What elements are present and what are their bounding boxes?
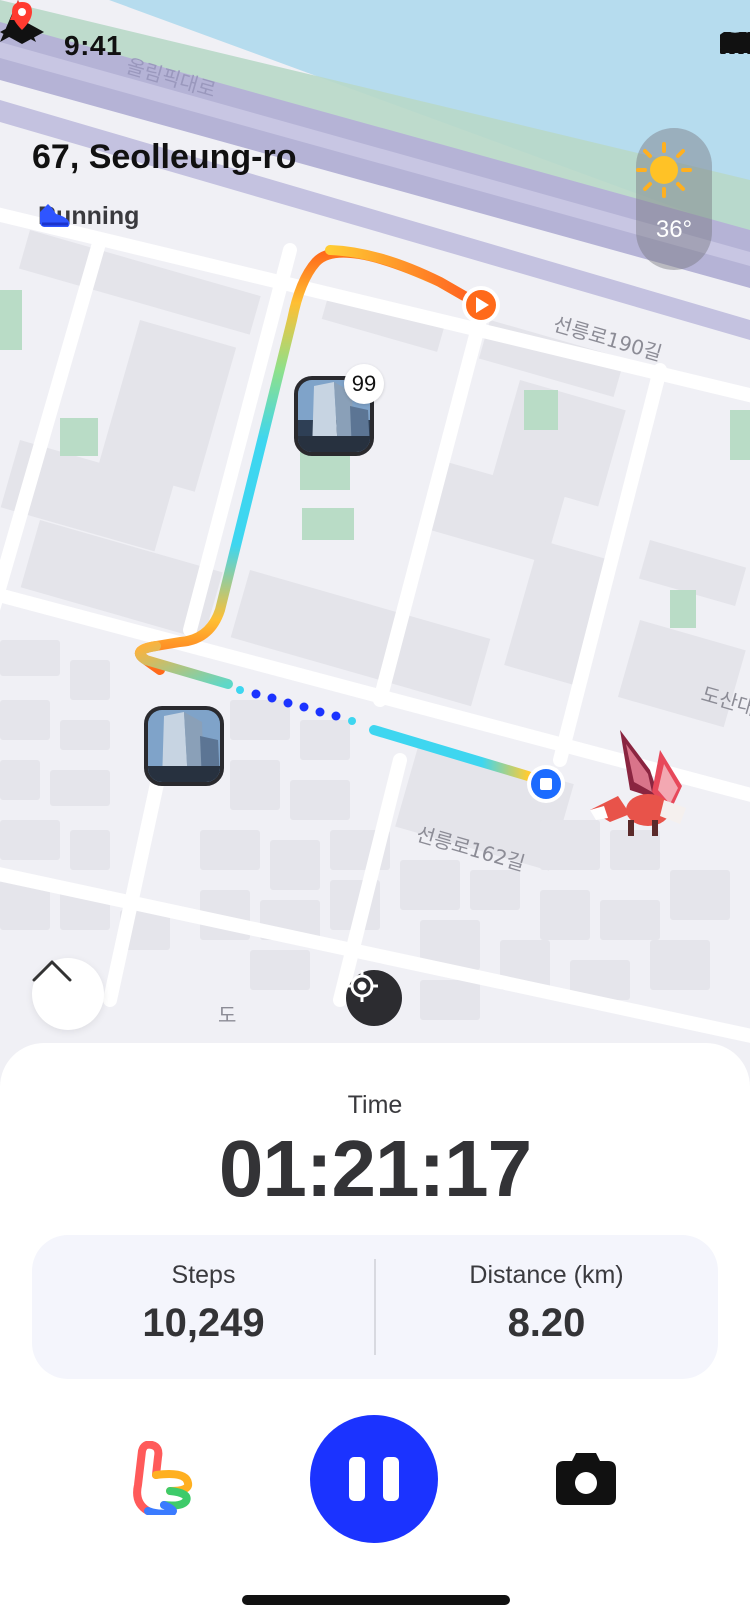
location-title: 67, Seolleung-ro: [32, 138, 297, 176]
fox-mascot-icon[interactable]: [590, 730, 686, 836]
pause-button[interactable]: [310, 1415, 438, 1543]
distance-label: Distance (km): [469, 1261, 624, 1289]
photo-count-badge: 99: [344, 364, 384, 404]
pause-icon: [349, 1457, 365, 1501]
battery-icon: [720, 33, 750, 53]
camera-icon[interactable]: [556, 1449, 616, 1505]
distance-value: 8.20: [507, 1301, 586, 1345]
home-indicator: [242, 1595, 510, 1605]
street-label-do: 도: [218, 1003, 236, 1027]
weather-widget[interactable]: 36°: [636, 128, 712, 270]
route-end-marker[interactable]: [527, 765, 565, 803]
workout-panel: Time 01:21:17 Steps 10,249 Distance (km)…: [0, 1043, 750, 1624]
steps-value: 10,249: [142, 1301, 265, 1345]
route-start-marker[interactable]: [462, 286, 500, 324]
distance-stat: Distance (km) 8.20: [375, 1235, 718, 1379]
map-view[interactable]: 올림픽대로 선릉로190길 선릉로162길 도산대 도 99 9:41 67, …: [0, 0, 750, 1090]
status-time: 9:41: [64, 30, 123, 61]
activity-indicator[interactable]: Running: [38, 202, 139, 231]
photo-pin-lower[interactable]: [144, 706, 224, 786]
map-layers-pin-icon[interactable]: [0, 0, 44, 44]
elapsed-time: 01:21:17: [218, 1124, 532, 1213]
crosshair-icon: [346, 970, 378, 1002]
time-label: Time: [347, 1091, 403, 1119]
chevron-up-icon: [32, 960, 72, 982]
sun-icon: [636, 142, 692, 198]
steps-label: Steps: [171, 1261, 236, 1289]
building-photo-icon: [148, 710, 220, 782]
my-location-button[interactable]: [346, 970, 402, 1026]
status-bar: 9:41: [0, 0, 750, 92]
steps-stat: Steps 10,249: [32, 1235, 375, 1379]
running-shoe-icon: [40, 204, 70, 227]
workout-controls: [0, 1413, 750, 1543]
expand-panel-button[interactable]: [32, 958, 104, 1030]
stats-card: Steps 10,249 Distance (km) 8.20: [32, 1235, 718, 1379]
weather-temperature: 36°: [655, 216, 693, 243]
rainbow-trail-icon[interactable]: [130, 1441, 200, 1515]
